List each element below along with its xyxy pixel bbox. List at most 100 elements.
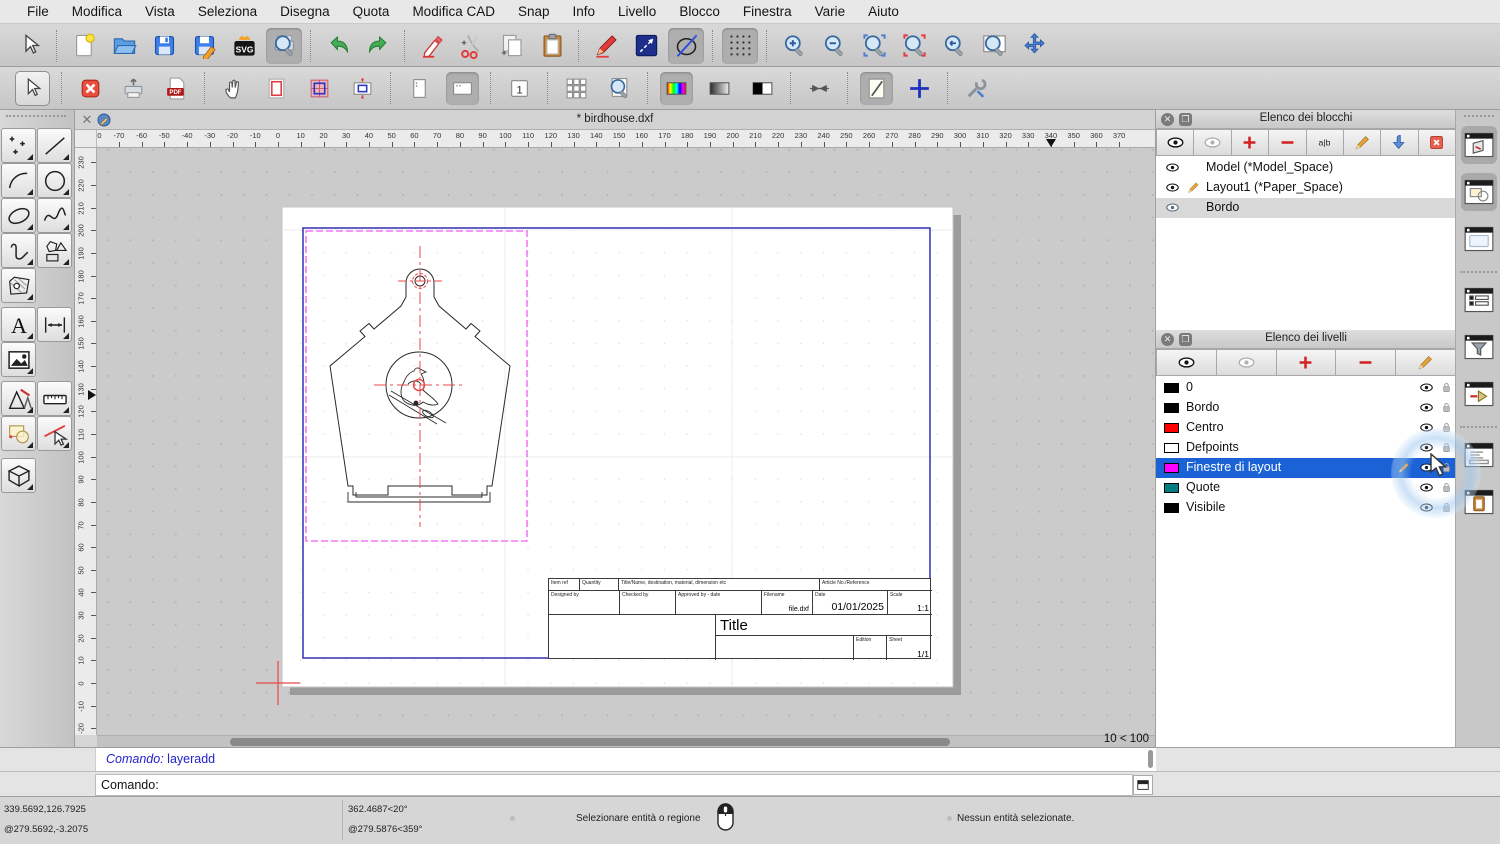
block-visible-icon[interactable]: [1164, 180, 1181, 195]
ellipse-tool-button[interactable]: [1, 198, 36, 233]
block-edit-tool-button[interactable]: [1, 416, 36, 451]
paper-border-button[interactable]: [260, 72, 293, 105]
layer-row-defpoints[interactable]: Defpoints: [1156, 438, 1456, 458]
cut-button[interactable]: [454, 28, 490, 64]
menu-modifica[interactable]: Modifica: [61, 4, 134, 19]
layer-color-swatch[interactable]: [1164, 443, 1179, 453]
dock-selection-icon[interactable]: [1461, 375, 1497, 413]
layer-visible-icon[interactable]: [1418, 480, 1435, 495]
measure-tool-button[interactable]: [37, 381, 72, 416]
circle-tool-button[interactable]: [37, 163, 72, 198]
block-row-model[interactable]: Model (*Model_Space): [1156, 158, 1456, 178]
layer-color-swatch[interactable]: [1164, 403, 1179, 413]
draft-mode-button[interactable]: [860, 71, 893, 105]
menu-disegna[interactable]: Disegna: [269, 4, 342, 19]
pan-button[interactable]: [1016, 28, 1052, 64]
layer-row-visibile[interactable]: Visibile: [1156, 498, 1456, 518]
open-file-button[interactable]: [106, 28, 142, 64]
spline-tool-button[interactable]: [37, 198, 72, 233]
viewport-button[interactable]: [303, 72, 336, 105]
viewport-fit-button[interactable]: [346, 72, 379, 105]
close-print-preview-button[interactable]: [74, 72, 107, 105]
remove-layer-button[interactable]: [1336, 349, 1397, 376]
print-button[interactable]: [117, 72, 150, 105]
line-tool-button[interactable]: [37, 128, 72, 163]
block-row-bordo[interactable]: Bordo: [1156, 198, 1456, 218]
remove-block-button[interactable]: [1269, 129, 1307, 156]
pan-hand-button[interactable]: [217, 72, 250, 105]
distance-button[interactable]: [628, 28, 664, 64]
drawing-canvas[interactable]: Item ref Quantity Title/Name, destinatio…: [97, 148, 1155, 735]
draw-pencil-button[interactable]: [588, 28, 624, 64]
palette-drag-handle[interactable]: [6, 115, 66, 117]
edit-block-button[interactable]: [1343, 129, 1382, 156]
layer-lock-icon[interactable]: [1440, 380, 1453, 395]
dock-library-icon[interactable]: [1461, 173, 1497, 211]
edit-layer-button[interactable]: [1396, 349, 1456, 376]
zoom-auto-button[interactable]: [856, 28, 892, 64]
dimension-tool-button[interactable]: [37, 307, 72, 342]
grayscale-mode-button[interactable]: [703, 72, 736, 105]
color-mode-button[interactable]: [660, 71, 693, 105]
pointer-button[interactable]: [12, 28, 48, 64]
save-button[interactable]: [146, 28, 182, 64]
rename-block-button[interactable]: a|b: [1306, 129, 1344, 156]
redo-button[interactable]: [360, 28, 396, 64]
layer-color-swatch[interactable]: [1164, 383, 1179, 393]
purge-blocks-button[interactable]: [1418, 129, 1456, 156]
save-as-button[interactable]: [186, 28, 222, 64]
dock-blocks-icon[interactable]: [1461, 126, 1497, 164]
command-history-view[interactable]: Comando: layeradd: [95, 748, 1156, 771]
zoom-selection-button[interactable]: [896, 28, 932, 64]
arc-tool-button[interactable]: [1, 163, 36, 198]
layer-lock-icon[interactable]: [1440, 460, 1453, 475]
layer-visible-icon[interactable]: [1418, 440, 1435, 455]
menu-varie[interactable]: Varie: [804, 4, 858, 19]
layer-color-swatch[interactable]: [1164, 423, 1179, 433]
print-preview-button[interactable]: [266, 27, 302, 64]
insert-block-button[interactable]: [1381, 129, 1419, 156]
blackwhite-mode-button[interactable]: [746, 72, 779, 105]
scrollbar-thumb[interactable]: [230, 738, 950, 746]
pointer-mode-button[interactable]: [15, 70, 50, 106]
command-console-toggle-icon[interactable]: [1133, 775, 1153, 795]
menu-vista[interactable]: Vista: [134, 4, 187, 19]
layer-visible-icon[interactable]: [1418, 380, 1435, 395]
dock-command-history-icon[interactable]: [1461, 436, 1497, 474]
dock-viewport-icon[interactable]: [1461, 220, 1497, 258]
layer-row-quote[interactable]: Quote: [1156, 478, 1456, 498]
show-all-layers-button[interactable]: [1156, 349, 1217, 376]
copy-button[interactable]: [494, 28, 530, 64]
layer-color-swatch[interactable]: [1164, 483, 1179, 493]
text-tool-button[interactable]: A: [1, 307, 36, 342]
settings-button[interactable]: [960, 72, 993, 105]
layer-visible-icon[interactable]: [1418, 460, 1435, 475]
layer-row-centro[interactable]: Centro: [1156, 418, 1456, 438]
show-all-blocks-button[interactable]: [1156, 129, 1195, 156]
layer-visible-icon[interactable]: [1418, 500, 1435, 515]
specials-button[interactable]: [668, 27, 704, 64]
polyline-tool-button[interactable]: [1, 233, 36, 268]
menu-file[interactable]: File: [16, 4, 61, 19]
layer-color-swatch[interactable]: [1164, 503, 1179, 513]
select-entity-tool-button[interactable]: [37, 416, 72, 451]
block-row-layout1[interactable]: Layout1 (*Paper_Space): [1156, 178, 1456, 198]
layer-lock-icon[interactable]: [1440, 400, 1453, 415]
paste-button[interactable]: [534, 28, 570, 64]
menu-finestra[interactable]: Finestra: [732, 4, 804, 19]
page-one-button[interactable]: 1: [503, 72, 536, 105]
page-landscape-button[interactable]: [446, 71, 479, 105]
undo-button[interactable]: [320, 28, 356, 64]
lineweight-button[interactable]: [803, 72, 836, 105]
layer-visible-icon[interactable]: [1418, 400, 1435, 415]
layer-row-0[interactable]: 0: [1156, 378, 1456, 398]
history-scrollbar[interactable]: [1148, 750, 1153, 768]
layer-lock-icon[interactable]: [1440, 480, 1453, 495]
svg-export-button[interactable]: SVG: [226, 28, 262, 64]
hatch-tool-button[interactable]: [1, 268, 36, 303]
zoom-out-button[interactable]: [816, 28, 852, 64]
menu-livello[interactable]: Livello: [607, 4, 668, 19]
menu-seleziona[interactable]: Seleziona: [187, 4, 269, 19]
new-file-button[interactable]: [66, 28, 102, 64]
hide-all-blocks-button[interactable]: [1194, 129, 1232, 156]
